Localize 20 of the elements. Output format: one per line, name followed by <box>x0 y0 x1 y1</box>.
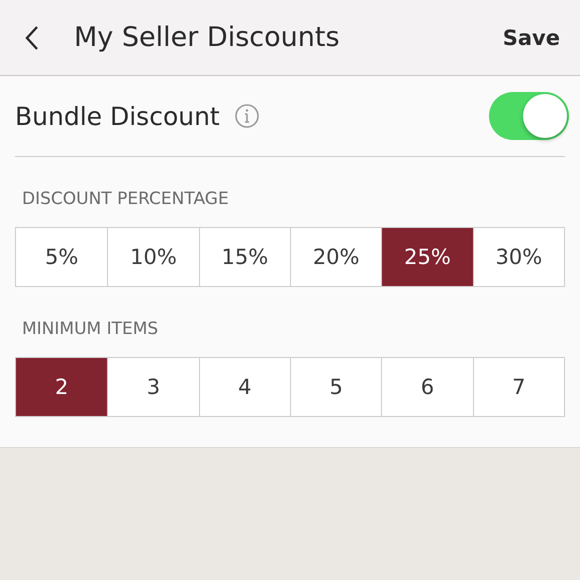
segment-option[interactable]: 4 <box>198 358 290 416</box>
section-label: DISCOUNT PERCENTAGE <box>21 188 230 211</box>
segment-option[interactable]: 5% <box>16 228 108 286</box>
info-icon[interactable] <box>234 103 260 129</box>
segment-option[interactable]: 2 <box>16 358 108 416</box>
segment-option[interactable]: 25% <box>381 228 473 286</box>
segment-option[interactable]: 3 <box>107 358 199 416</box>
section-label: MINIMUM ITEMS <box>21 318 160 341</box>
segment-option[interactable]: 30% <box>472 228 564 286</box>
bundle-discount-label: Bundle Discount <box>15 102 220 130</box>
segment-option[interactable]: 15% <box>198 228 290 286</box>
segment-option[interactable]: 6 <box>381 358 473 416</box>
page-title: My Seller Discounts <box>74 22 341 53</box>
back-icon[interactable] <box>24 24 40 50</box>
segment-option[interactable]: 20% <box>290 228 382 286</box>
segment-option[interactable]: 10% <box>107 228 199 286</box>
segment-option[interactable]: 7 <box>472 358 564 416</box>
save-button[interactable]: Save <box>502 22 560 54</box>
segment-option[interactable]: 5 <box>290 358 382 416</box>
toggle-switch[interactable] <box>489 92 569 140</box>
